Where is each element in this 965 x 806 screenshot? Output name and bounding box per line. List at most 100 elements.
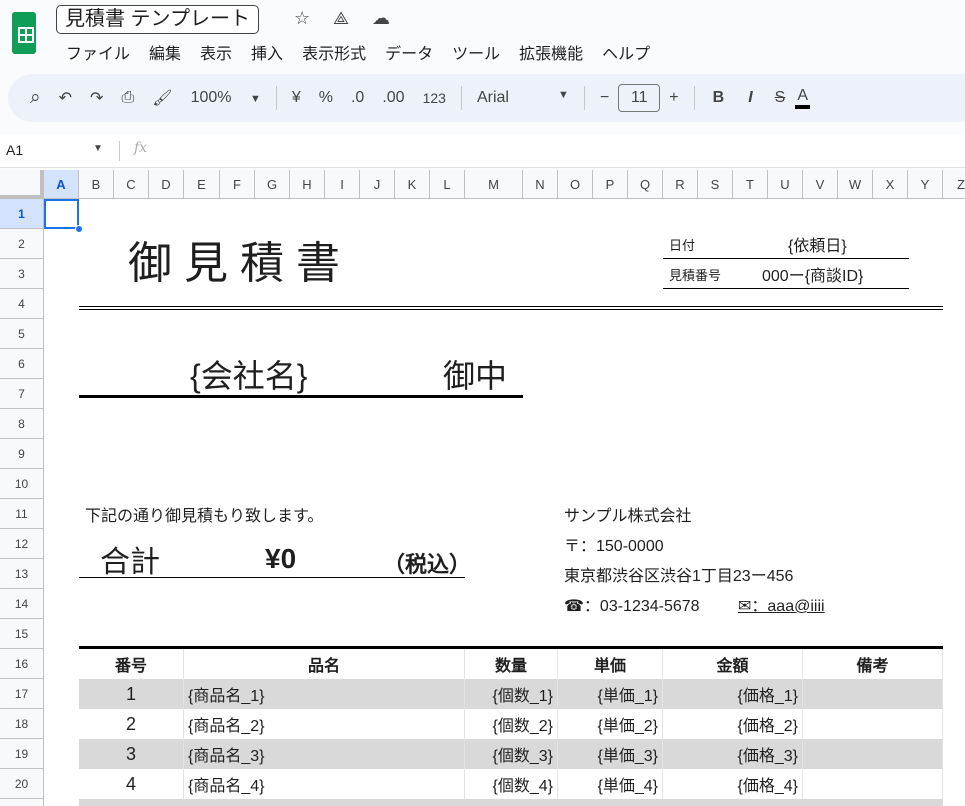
row-header-15[interactable]: 15 <box>0 619 44 649</box>
menu-data[interactable]: データ <box>385 40 433 64</box>
row-header-3[interactable]: 3 <box>0 259 44 289</box>
print-icon[interactable]: ⎙ <box>112 89 143 107</box>
cell-unit-price[interactable]: {単価_4} <box>558 769 663 799</box>
redo-icon[interactable]: ↷ <box>81 88 112 108</box>
currency-button[interactable]: ¥ <box>283 89 310 107</box>
cell-amount[interactable]: {価格_2} <box>663 709 803 739</box>
active-cell-selection[interactable] <box>44 199 79 229</box>
row-header-20[interactable]: 20 <box>0 769 44 799</box>
star-icon[interactable]: ☆ <box>294 8 310 29</box>
menu-tools[interactable]: ツール <box>452 40 500 64</box>
menu-file[interactable]: ファイル <box>66 40 130 64</box>
row-header-14[interactable]: 14 <box>0 589 44 619</box>
cell-quantity[interactable]: {個数_2} <box>465 709 558 739</box>
search-icon[interactable]: ⌕ <box>8 87 50 109</box>
issuer-email-link[interactable]: ✉：aaa@iiii <box>738 589 825 619</box>
column-header-M[interactable]: M <box>465 170 523 199</box>
formula-input[interactable] <box>160 138 960 164</box>
cell-amount[interactable]: {価格_4} <box>663 769 803 799</box>
row-header-16[interactable]: 16 <box>0 649 44 679</box>
row-header-2[interactable]: 2 <box>0 229 44 259</box>
column-header-Q[interactable]: Q <box>628 170 663 199</box>
font-size-increase-button[interactable]: + <box>660 89 687 107</box>
undo-icon[interactable]: ↶ <box>50 88 81 108</box>
column-header-X[interactable]: X <box>873 170 908 199</box>
column-header-H[interactable]: H <box>290 170 325 199</box>
text-color-button[interactable]: A <box>795 87 810 109</box>
row-header-5[interactable]: 5 <box>0 319 44 349</box>
cell-quantity[interactable]: {個数_4} <box>465 769 558 799</box>
cell-remarks[interactable] <box>803 739 943 769</box>
column-header-J[interactable]: J <box>360 170 395 199</box>
cell-number[interactable]: 4 <box>79 769 184 799</box>
cell-unit-price[interactable]: {単価_3} <box>558 739 663 769</box>
menu-help[interactable]: ヘルプ <box>602 40 650 64</box>
cell-remarks[interactable] <box>803 679 943 709</box>
column-header-K[interactable]: K <box>395 170 430 199</box>
move-to-drive-icon[interactable]: ⟁ <box>333 8 349 29</box>
cell-amount[interactable]: {価格_3} <box>663 739 803 769</box>
cloud-saved-icon[interactable]: ☁ <box>372 8 390 29</box>
italic-button[interactable]: I <box>736 89 764 107</box>
menu-view[interactable]: 表示 <box>200 40 232 64</box>
column-header-D[interactable]: D <box>149 170 184 199</box>
row-header-12[interactable]: 12 <box>0 529 44 559</box>
row-header-1[interactable]: 1 <box>0 199 44 229</box>
menu-extensions[interactable]: 拡張機能 <box>519 40 583 64</box>
column-header-G[interactable]: G <box>255 170 290 199</box>
row-header-4[interactable]: 4 <box>0 289 44 319</box>
chevron-down-icon[interactable]: ▼ <box>93 143 103 154</box>
column-header-A[interactable]: A <box>44 170 79 199</box>
font-select[interactable]: Arial ▼ <box>468 89 578 107</box>
column-header-S[interactable]: S <box>698 170 733 199</box>
column-header-N[interactable]: N <box>523 170 558 199</box>
row-header-13[interactable]: 13 <box>0 559 44 589</box>
column-header-O[interactable]: O <box>558 170 593 199</box>
decrease-decimal-button[interactable]: .0 <box>342 89 373 107</box>
increase-decimal-button[interactable]: .00 <box>373 89 413 107</box>
column-header-V[interactable]: V <box>803 170 838 199</box>
column-header-L[interactable]: L <box>430 170 465 199</box>
column-header-R[interactable]: R <box>663 170 698 199</box>
spreadsheet-grid[interactable]: A B C D E F G H I J K L M N O P Q R S T U V W X Y Z 1 2 3 4 5 6 7 8 9 10 11 1… <box>0 170 965 806</box>
column-header-T[interactable]: T <box>733 170 768 199</box>
row-header-8[interactable]: 8 <box>0 409 44 439</box>
row-header-6[interactable]: 6 <box>0 349 44 379</box>
row-header-19[interactable]: 19 <box>0 739 44 769</box>
menu-edit[interactable]: 編集 <box>149 40 181 64</box>
column-header-F[interactable]: F <box>220 170 255 199</box>
column-header-Z[interactable]: Z <box>943 170 965 199</box>
column-header-I[interactable]: I <box>325 170 360 199</box>
cell-number[interactable]: 1 <box>79 679 184 709</box>
row-header-10[interactable]: 10 <box>0 469 44 499</box>
cell-number[interactable]: 3 <box>79 739 184 769</box>
row-header-9[interactable]: 9 <box>0 439 44 469</box>
font-size-input[interactable]: 11 <box>618 84 661 112</box>
column-header-P[interactable]: P <box>593 170 628 199</box>
row-header-17[interactable]: 17 <box>0 679 44 709</box>
cell-item-name[interactable]: {商品名_3} <box>184 739 465 769</box>
cell-quantity[interactable]: {個数_1} <box>465 679 558 709</box>
menu-insert[interactable]: 挿入 <box>251 40 283 64</box>
column-header-Y[interactable]: Y <box>908 170 943 199</box>
select-all-corner[interactable] <box>0 170 44 199</box>
column-header-W[interactable]: W <box>838 170 873 199</box>
row-header-21[interactable]: 21 <box>0 799 44 806</box>
sheets-logo[interactable] <box>12 12 36 54</box>
cell-unit-price[interactable]: {単価_2} <box>558 709 663 739</box>
cell-number[interactable]: 2 <box>79 709 184 739</box>
font-size-decrease-button[interactable]: − <box>591 89 618 107</box>
cell-amount[interactable]: {価格_1} <box>663 679 803 709</box>
row-header-7[interactable]: 7 <box>0 379 44 409</box>
cell-item-name[interactable]: {商品名_4} <box>184 769 465 799</box>
percent-button[interactable]: % <box>310 89 342 107</box>
document-title[interactable]: 見積書 テンプレート <box>56 5 259 34</box>
column-header-B[interactable]: B <box>79 170 114 199</box>
row-header-18[interactable]: 18 <box>0 709 44 739</box>
cell-remarks[interactable] <box>803 709 943 739</box>
cell-remarks[interactable] <box>803 769 943 799</box>
zoom-select[interactable]: 100% ▼ <box>182 89 270 107</box>
column-header-U[interactable]: U <box>768 170 803 199</box>
fill-handle[interactable] <box>75 225 83 233</box>
cell-quantity[interactable]: {個数_3} <box>465 739 558 769</box>
